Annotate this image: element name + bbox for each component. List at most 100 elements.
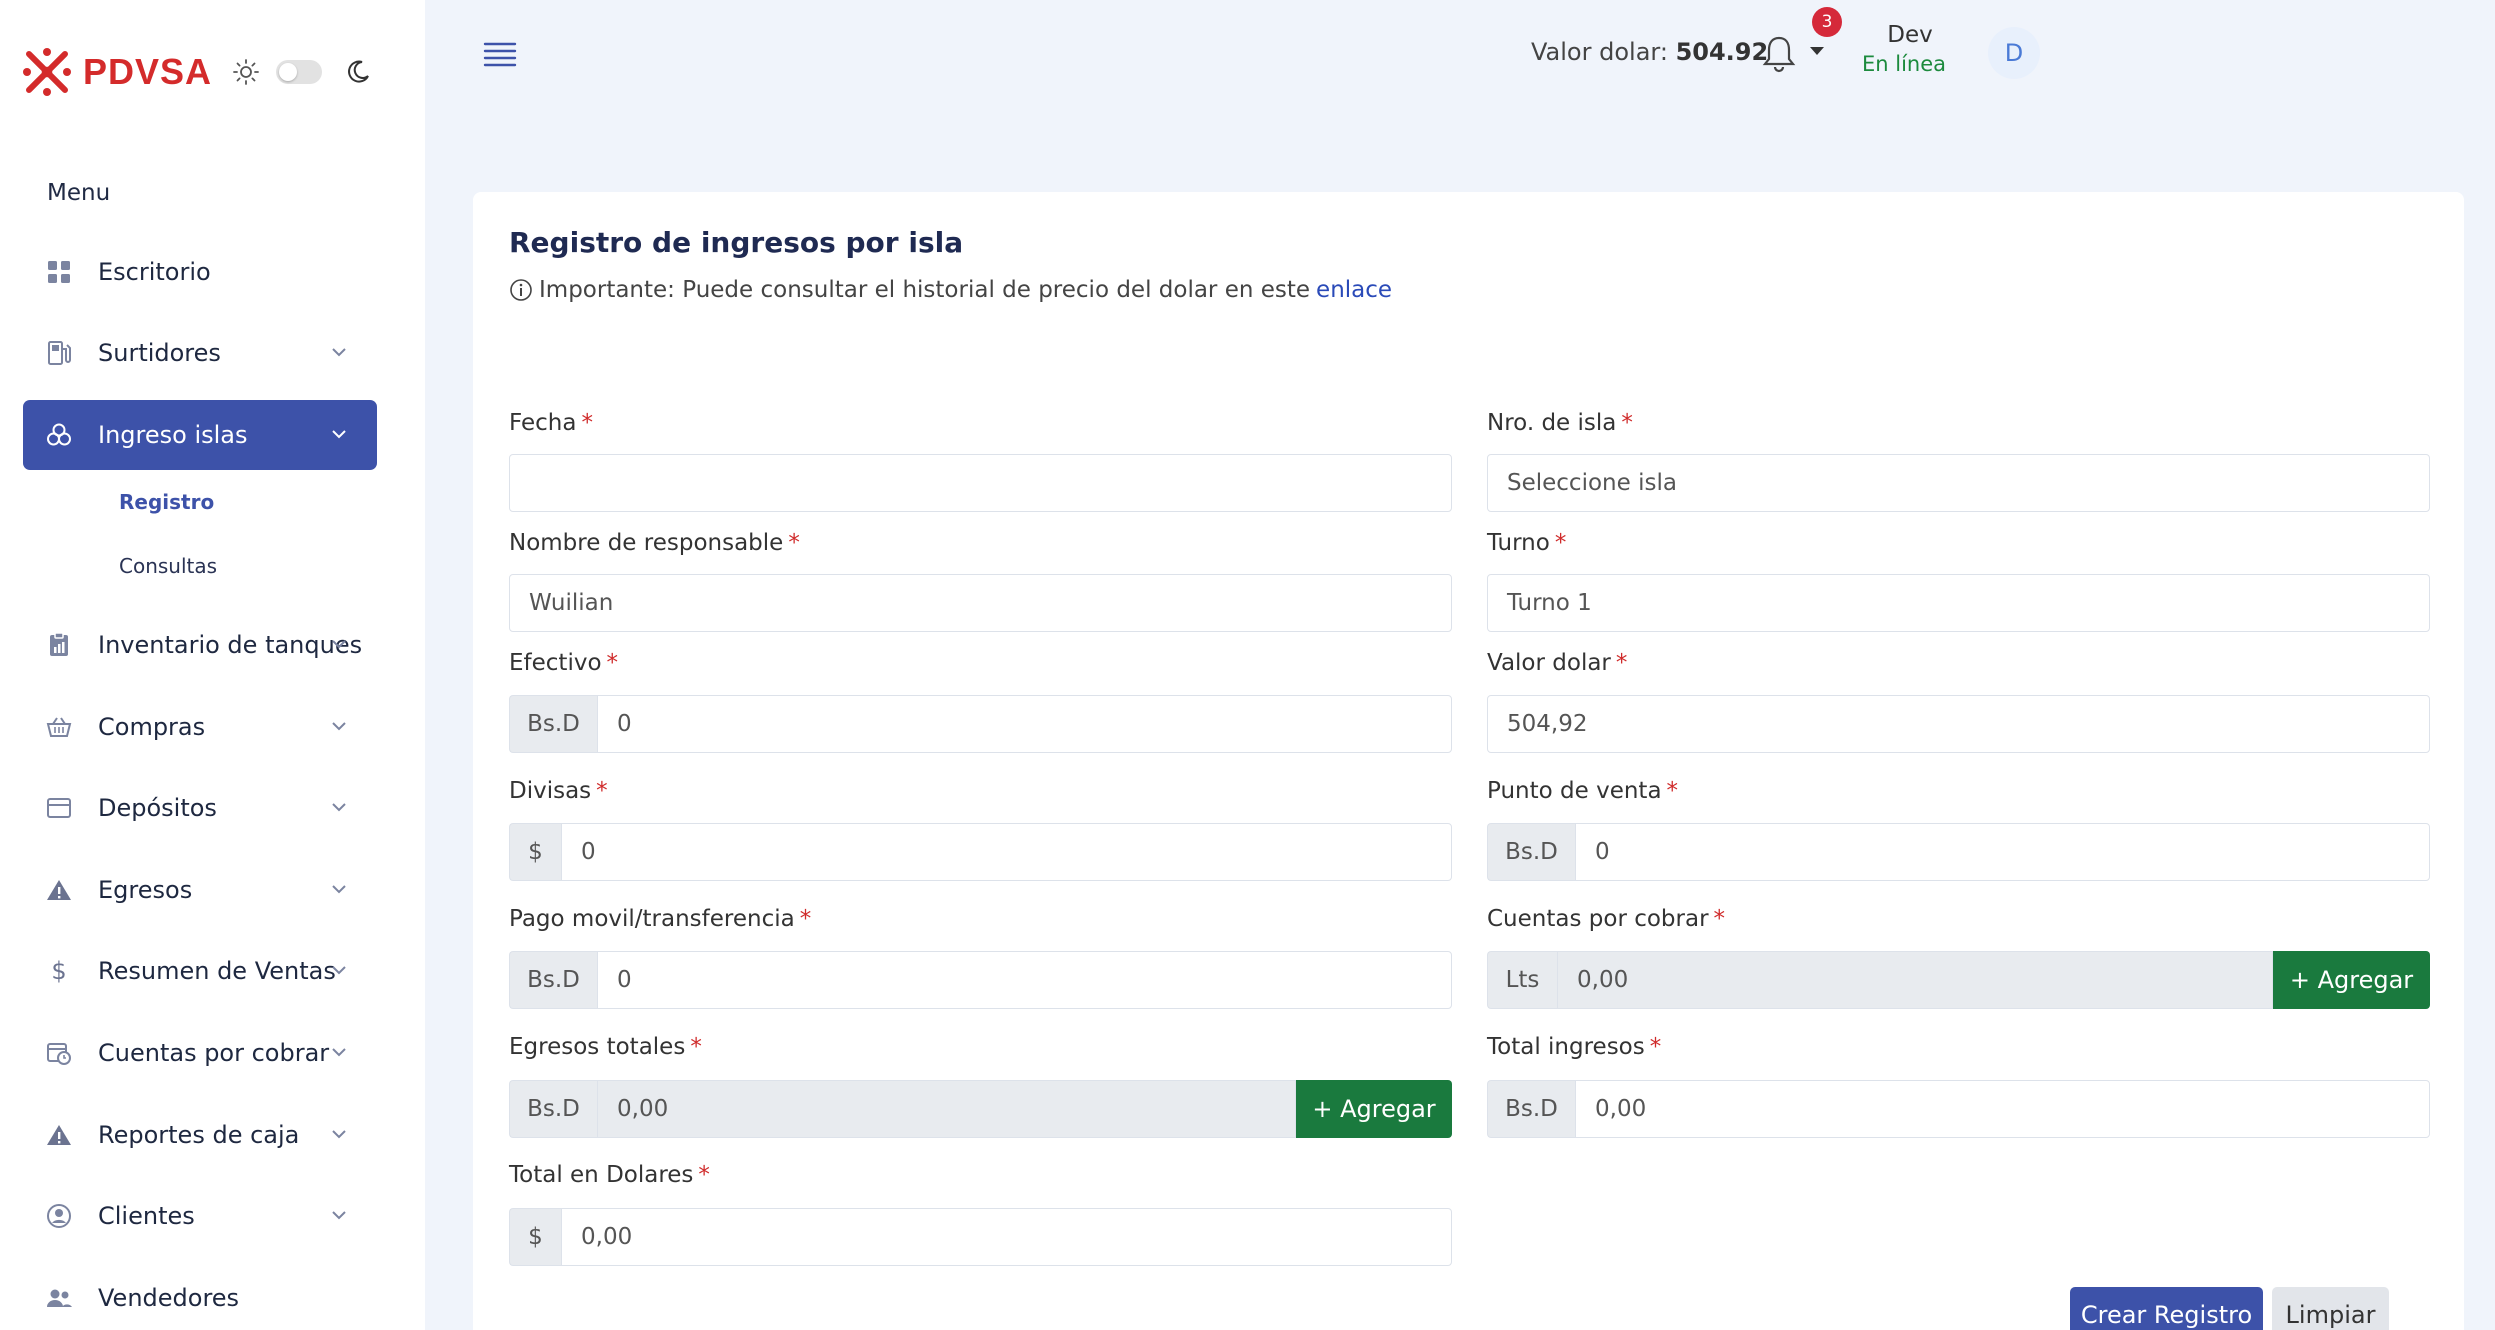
form-card: Registro de ingresos por isla Importante… — [473, 192, 2464, 1330]
turno-label: Turno * — [1487, 530, 1567, 556]
efectivo-label: Efectivo * — [509, 650, 619, 676]
sidebar: PDVSA Menu Escritorio Surtidores Ingreso… — [0, 0, 425, 1330]
sidebar-item-reportes-caja[interactable]: Reportes de caja — [23, 1100, 377, 1170]
fecha-label: Fecha * — [509, 410, 593, 436]
efectivo-group: Bs.D 0 — [509, 695, 1452, 753]
chevron-down-icon — [332, 1048, 346, 1057]
brand-logo[interactable]: PDVSA — [21, 46, 212, 98]
total-ingresos-label: Total ingresos * — [1487, 1034, 1662, 1060]
sidebar-item-ingreso-islas[interactable]: Ingreso islas — [23, 400, 377, 470]
sidebar-item-label: Egresos — [98, 876, 193, 904]
sidebar-item-label: Depósitos — [98, 794, 217, 822]
sidebar-item-depositos[interactable]: Depósitos — [23, 773, 377, 843]
users-icon — [44, 1283, 74, 1313]
calendar-clock-icon — [44, 1038, 74, 1068]
fecha-input[interactable] — [509, 454, 1452, 512]
responsable-label: Nombre de responsable * — [509, 530, 800, 556]
dollar-rate-value: 504.92 — [1675, 38, 1769, 66]
valor-dolar-input[interactable]: 504,92 — [1487, 695, 2430, 753]
subnav-consultas[interactable]: Consultas — [119, 554, 217, 578]
fuel-pump-icon — [44, 338, 74, 368]
user-circle-icon — [44, 1201, 74, 1231]
cuentas-cobrar-group: Lts 0,00 + Agregar — [1487, 951, 2430, 1009]
total-dolares-group: $ 0,00 — [509, 1208, 1452, 1266]
chevron-down-icon — [332, 966, 346, 975]
caret-down-icon[interactable] — [1810, 47, 1824, 55]
dollar-rate: Valor dolar: 504.92 — [1531, 38, 1768, 66]
sidebar-item-surtidores[interactable]: Surtidores — [23, 318, 377, 388]
sidebar-item-inventario-tanques[interactable]: Inventario de tanques — [23, 610, 377, 680]
sidebar-item-clientes[interactable]: Clientes — [23, 1181, 377, 1251]
punto-venta-input[interactable]: 0 — [1575, 823, 2430, 881]
chevron-down-icon — [332, 1130, 346, 1139]
valor-dolar-label: Valor dolar * — [1487, 650, 1628, 676]
currency-addon: Bs.D — [1487, 1080, 1575, 1138]
info-note-text: Importante: Puede consultar el historial… — [539, 277, 1311, 303]
sidebar-item-label: Vendedores — [98, 1284, 240, 1312]
total-dolares-input[interactable]: 0,00 — [561, 1208, 1452, 1266]
theme-switch[interactable] — [276, 60, 322, 84]
sidebar-item-label: Surtidores — [98, 339, 221, 367]
unit-addon: Lts — [1487, 951, 1557, 1009]
dollar-history-link[interactable]: enlace — [1316, 277, 1392, 303]
bell-icon[interactable] — [1762, 34, 1796, 74]
sidebar-item-label: Ingreso islas — [98, 421, 248, 449]
dollar-rate-label: Valor dolar: — [1531, 38, 1668, 66]
sidebar-item-vendedores[interactable]: Vendedores — [23, 1263, 377, 1330]
chevron-down-icon — [332, 430, 346, 439]
sidebar-item-egresos[interactable]: Egresos — [23, 855, 377, 925]
currency-addon: Bs.D — [509, 951, 597, 1009]
add-egresos-button[interactable]: + Agregar — [1296, 1080, 1452, 1138]
sidebar-item-label: Cuentas por cobrar — [98, 1039, 330, 1067]
add-cuentas-cobrar-button[interactable]: + Agregar — [2273, 951, 2430, 1009]
pdvsa-logo-icon — [23, 48, 71, 96]
efectivo-input[interactable]: 0 — [597, 695, 1452, 753]
divisas-label: Divisas * — [509, 778, 608, 804]
chevron-down-icon — [332, 348, 346, 357]
chevron-down-icon — [332, 803, 346, 812]
cuentas-cobrar-input: 0,00 — [1557, 951, 2273, 1009]
theme-toggle[interactable] — [232, 58, 372, 86]
info-icon — [510, 279, 532, 301]
create-record-button[interactable]: Crear Registro — [2070, 1287, 2263, 1330]
basket-icon — [44, 712, 74, 742]
avatar[interactable]: D — [1988, 27, 2040, 79]
total-ingresos-input[interactable]: 0,00 — [1575, 1080, 2430, 1138]
sidebar-item-resumen-ventas[interactable]: $ Resumen de Ventas — [23, 936, 377, 1006]
chevron-down-icon — [332, 1211, 346, 1220]
moon-icon — [348, 60, 369, 83]
currency-addon: $ — [509, 823, 561, 881]
page-title: Registro de ingresos por isla — [509, 226, 964, 259]
menu-label: Menu — [47, 180, 111, 206]
pago-movil-group: Bs.D 0 — [509, 951, 1452, 1009]
chevron-down-icon — [332, 885, 346, 894]
egresos-totales-group: Bs.D 0,00 + Agregar — [509, 1080, 1452, 1138]
sidebar-item-compras[interactable]: Compras — [23, 692, 377, 762]
sidebar-item-escritorio[interactable]: Escritorio — [23, 237, 377, 307]
pago-movil-input[interactable]: 0 — [597, 951, 1452, 1009]
grid-icon — [44, 257, 74, 287]
user-status: En línea — [1862, 52, 1947, 76]
warning-icon — [44, 1120, 74, 1150]
sidebar-item-label: Reportes de caja — [98, 1121, 300, 1149]
egresos-totales-input: 0,00 — [597, 1080, 1296, 1138]
nro-isla-select[interactable]: Seleccione isla — [1487, 454, 2430, 512]
sidebar-item-label: Compras — [98, 713, 206, 741]
hamburger-menu-icon[interactable] — [483, 40, 517, 68]
currency-addon: Bs.D — [1487, 823, 1575, 881]
divisas-input[interactable]: 0 — [561, 823, 1452, 881]
responsable-input[interactable]: Wuilian — [509, 574, 1452, 632]
sidebar-item-label: Resumen de Ventas — [98, 957, 336, 985]
subnav-registro[interactable]: Registro — [119, 490, 214, 514]
chevron-down-icon — [332, 640, 346, 649]
clear-button[interactable]: Limpiar — [2272, 1287, 2389, 1330]
turno-select[interactable]: Turno 1 — [1487, 574, 2430, 632]
divisas-group: $ 0 — [509, 823, 1452, 881]
sidebar-item-label: Escritorio — [98, 258, 211, 286]
currency-addon: Bs.D — [509, 695, 597, 753]
info-note: Importante: Puede consultar el historial… — [509, 277, 1392, 303]
card-icon — [44, 793, 74, 823]
sun-icon — [233, 59, 259, 85]
sidebar-item-cuentas-cobrar[interactable]: Cuentas por cobrar — [23, 1018, 377, 1088]
sidebar-item-label: Inventario de tanques — [98, 631, 363, 659]
